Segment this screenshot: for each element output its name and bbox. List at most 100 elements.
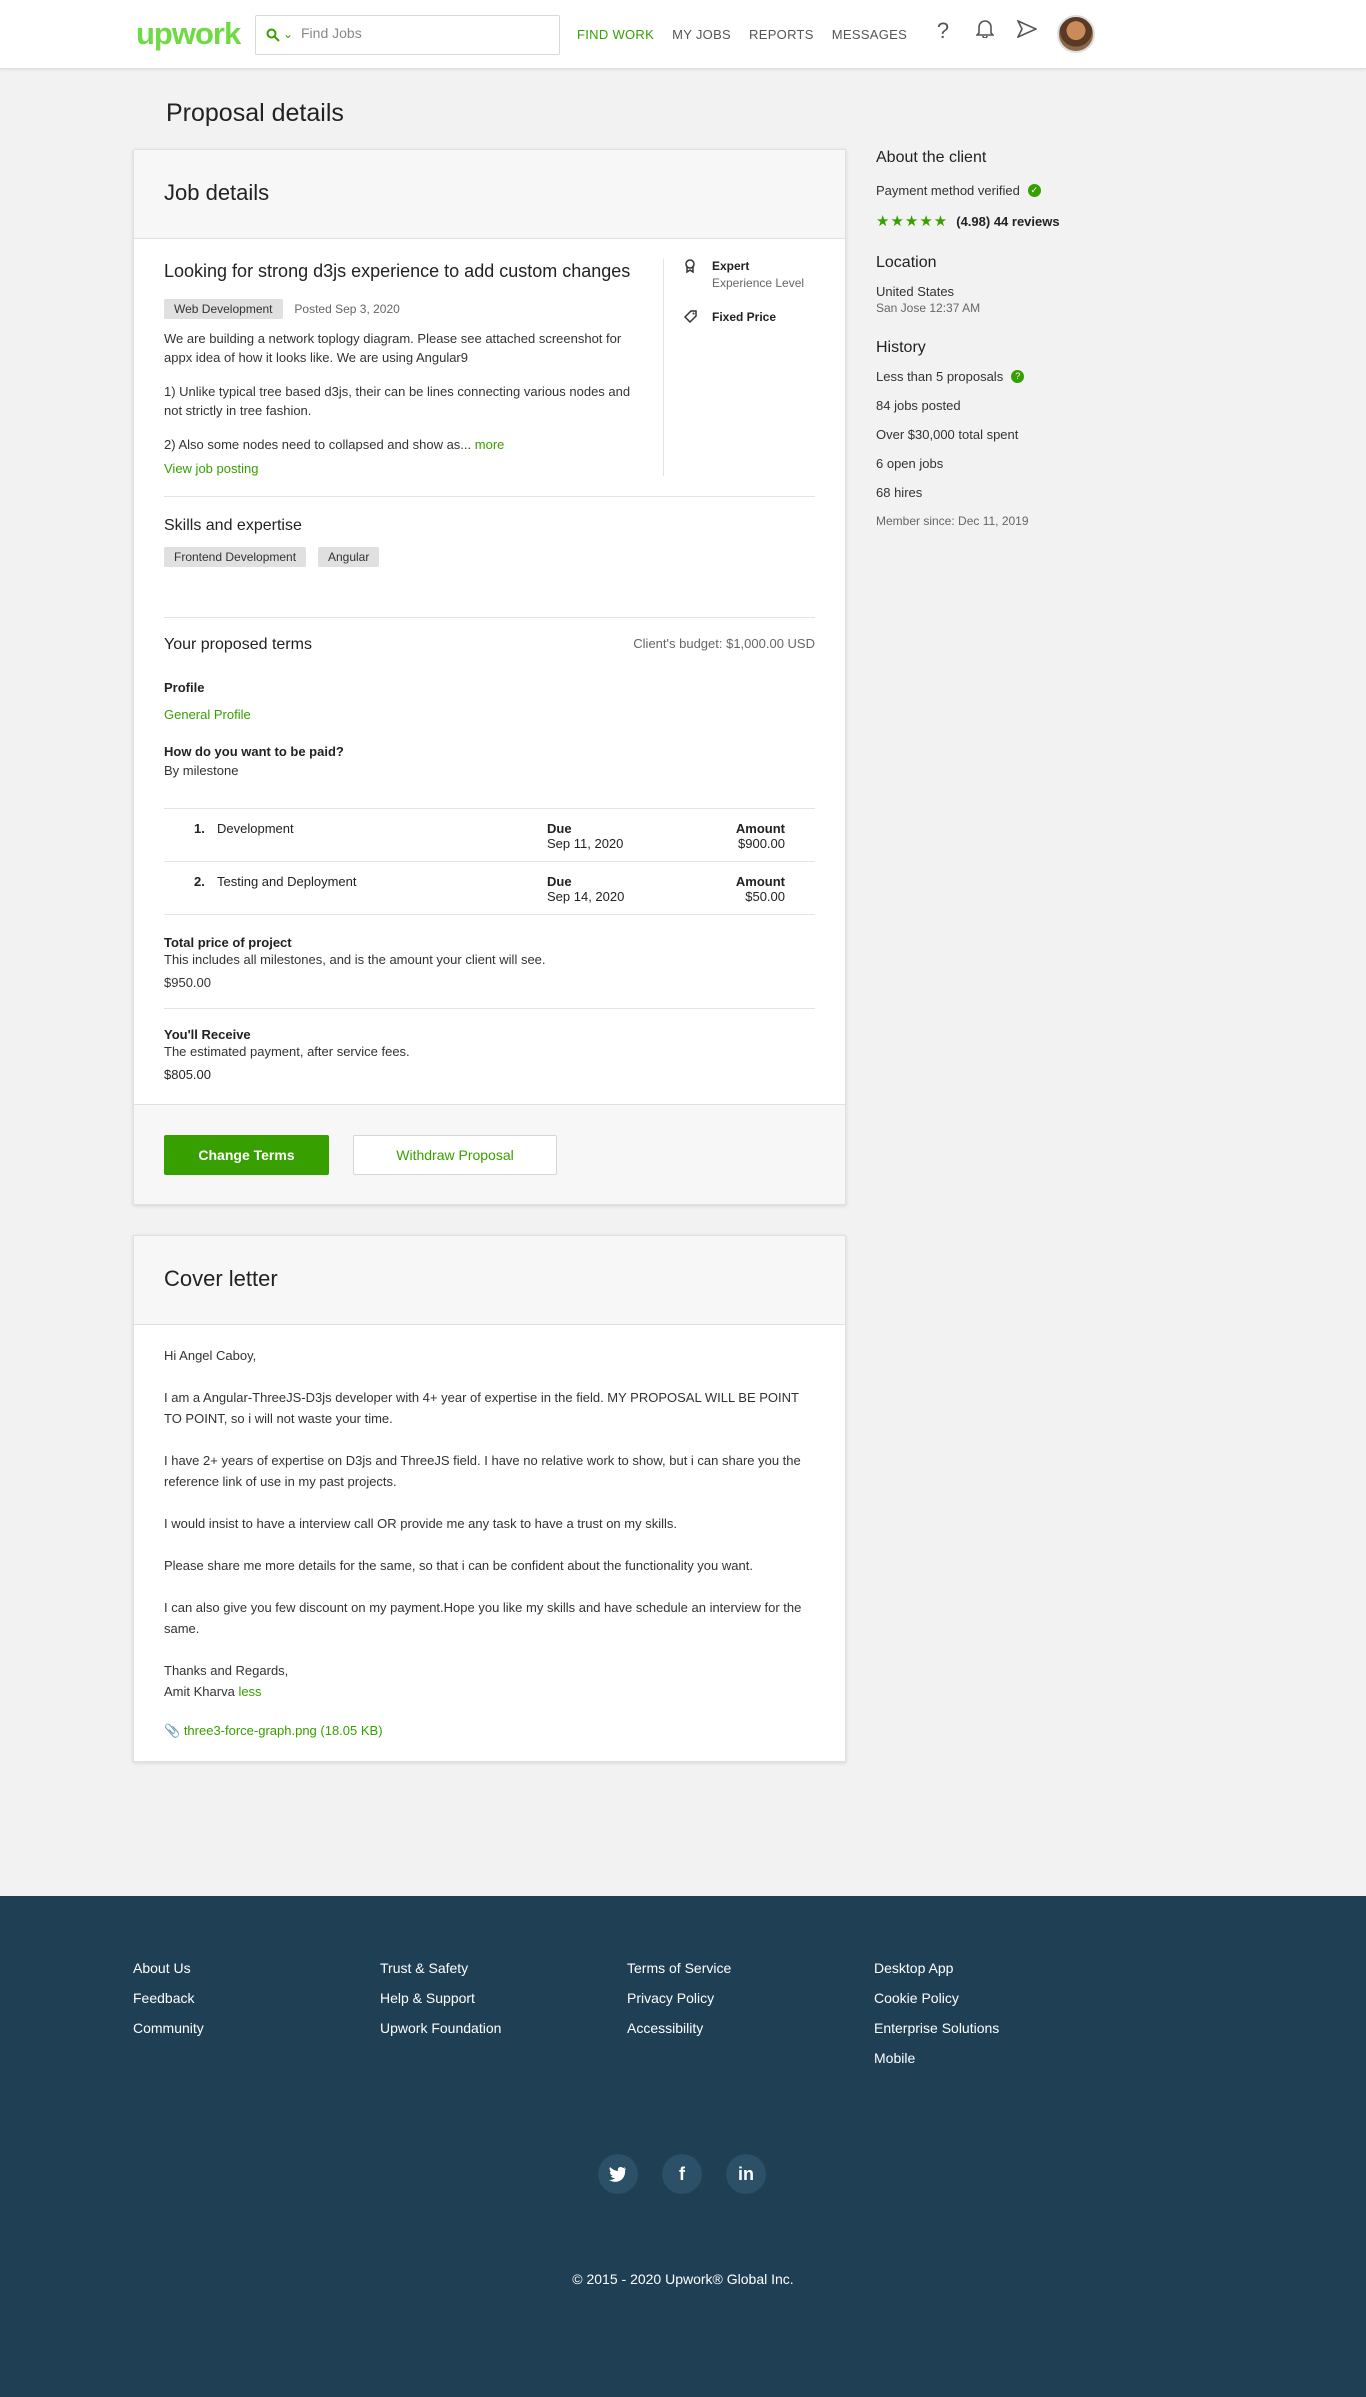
help-icon[interactable]: ? — [933, 18, 953, 44]
proposals-count: Less than 5 proposals — [876, 369, 1004, 384]
milestone-number: 2. — [194, 874, 205, 889]
job-title: Looking for strong d3js experience to ad… — [164, 261, 631, 281]
facebook-icon[interactable]: f — [662, 2154, 702, 2194]
footer-link[interactable]: Terms of Service — [627, 1960, 874, 1976]
twitter-icon[interactable] — [598, 2154, 638, 2194]
verified-check-icon: ✓ — [1027, 184, 1041, 197]
profile-label: Profile — [164, 680, 205, 695]
header-icons: ? — [933, 18, 1038, 44]
footer-link[interactable]: Desktop App — [874, 1960, 1121, 1976]
paperclip-icon: 📎 — [164, 1723, 181, 1738]
attachment-link[interactable]: three3-force-graph.png (18.05 KB) — [184, 1723, 383, 1738]
footer-link[interactable]: Help & Support — [380, 1990, 627, 2006]
amount-value: $50.00 — [745, 889, 785, 904]
category-tag: Web Development — [164, 299, 283, 319]
level-label: Experience Level — [712, 276, 805, 290]
upwork-logo[interactable]: upwork — [136, 16, 241, 52]
cover-paragraph: I would insist to have a interview call … — [164, 1516, 677, 1531]
level-value: Expert — [712, 259, 750, 273]
payment-verified: Payment method verified — [876, 183, 1020, 198]
footer-link[interactable]: Accessibility — [627, 2020, 874, 2036]
change-terms-button[interactable]: Change Terms — [164, 1135, 329, 1175]
footer-link[interactable]: Trust & Safety — [380, 1960, 627, 1976]
due-label: Due — [547, 874, 572, 889]
view-job-posting-link[interactable]: View job posting — [164, 461, 258, 476]
job-description: We are building a network toplogy diagra… — [164, 329, 633, 454]
profile-link[interactable]: General Profile — [164, 707, 815, 722]
job-type: Fixed Price — [683, 310, 804, 326]
location-heading: Location — [876, 254, 937, 271]
desc-paragraph: 1) Unlike typical tree based d3js, their… — [164, 384, 631, 418]
hires: 68 hires — [876, 485, 923, 500]
main-column: Job details Looking for strong d3js expe… — [133, 149, 846, 1762]
proposal-actions: Change Terms Withdraw Proposal — [134, 1104, 845, 1204]
attachment[interactable]: 📎 three3-force-graph.png (18.05 KB) — [164, 1720, 815, 1741]
search-box[interactable]: ⌄ — [255, 15, 560, 55]
amount-label: Amount — [735, 874, 785, 889]
footer-link[interactable]: Enterprise Solutions — [874, 2020, 1121, 2036]
nav-messages[interactable]: MESSAGES — [832, 27, 907, 42]
avatar[interactable] — [1057, 15, 1095, 53]
open-jobs: 6 open jobs — [876, 456, 944, 471]
skill-tag[interactable]: Angular — [317, 547, 380, 567]
footer-link[interactable]: Community — [133, 2020, 380, 2036]
desc-paragraph: We are building a network toplogy diagra… — [164, 331, 622, 365]
footer-link[interactable]: About Us — [133, 1960, 380, 1976]
skill-tag[interactable]: Frontend Development — [164, 547, 307, 567]
send-icon[interactable] — [1016, 18, 1038, 44]
client-budget: Client's budget: $1,000.00 USD — [633, 636, 815, 651]
rating-stars-icon: ★★★★★ — [876, 213, 949, 230]
withdraw-proposal-button[interactable]: Withdraw Proposal — [353, 1135, 557, 1175]
client-country: United States — [876, 284, 955, 299]
chevron-down-icon[interactable]: ⌄ — [283, 27, 293, 41]
payment-method-value: By milestone — [164, 763, 239, 778]
milestone-number: 1. — [194, 821, 205, 836]
linkedin-icon[interactable]: in — [726, 2154, 766, 2194]
total-spent: Over $30,000 total spent — [876, 427, 1019, 442]
client-sidebar: About the client Payment method verified… — [876, 149, 1126, 552]
cover-letter-heading: Cover letter — [134, 1236, 845, 1325]
cover-letter-card: Cover letter Hi Angel Caboy, I am a Angu… — [133, 1235, 846, 1762]
about-client-heading: About the client — [876, 149, 987, 166]
more-link[interactable]: more — [475, 437, 505, 452]
footer-link[interactable]: Privacy Policy — [627, 1990, 874, 2006]
footer-link[interactable]: Mobile — [874, 2050, 1121, 2066]
less-link[interactable]: less — [238, 1684, 261, 1699]
total-label: Total price of project — [164, 935, 292, 950]
nav-reports[interactable]: REPORTS — [749, 27, 814, 42]
footer: About Us Feedback Community Trust & Safe… — [0, 1896, 1366, 2397]
bell-icon[interactable] — [975, 18, 995, 44]
milestone-row: 2. Testing and Deployment Due Sep 14, 202… — [164, 862, 815, 915]
jobs-posted: 84 jobs posted — [876, 398, 961, 413]
total-value: $950.00 — [164, 975, 211, 990]
cover-paragraph: I have 2+ years of expertise on D3js and… — [164, 1453, 801, 1489]
nav-find-work[interactable]: FIND WORK — [577, 27, 654, 42]
total-description: This includes all milestones, and is the… — [164, 952, 546, 967]
due-date: Sep 11, 2020 — [547, 836, 624, 851]
search-input[interactable] — [301, 25, 541, 41]
skills-section: Skills and expertise Frontend Developmen… — [164, 497, 815, 618]
page-title: Proposal details — [166, 99, 344, 127]
total-price: Total price of project This includes all… — [164, 915, 815, 1009]
footer-link[interactable]: Feedback — [133, 1990, 380, 2006]
milestones-table: 1. Development Due Sep 11, 2020 Amount $90… — [164, 808, 815, 915]
nav-my-jobs[interactable]: MY JOBS — [672, 27, 731, 42]
experience-level: Expert Experience Level — [684, 259, 804, 290]
due-label: Due — [547, 821, 572, 836]
cover-letter-body: Hi Angel Caboy, I am a Angular-ThreeJS-D… — [134, 1325, 845, 1761]
client-city-time: San Jose 12:37 AM — [876, 301, 981, 315]
desc-paragraph: 2) Also some nodes need to collapsed and… — [164, 437, 472, 452]
cover-paragraph: Please share me more details for the sam… — [164, 1558, 753, 1573]
footer-link[interactable]: Upwork Foundation — [380, 2020, 627, 2036]
job-details-card: Job details Looking for strong d3js expe… — [133, 149, 846, 1205]
help-circle-icon[interactable]: ? — [1011, 370, 1025, 383]
footer-link[interactable]: Cookie Policy — [874, 1990, 1121, 2006]
skills-heading: Skills and expertise — [164, 517, 302, 534]
posted-date: Posted Sep 3, 2020 — [294, 302, 400, 316]
copyright: © 2015 - 2020 Upwork® Global Inc. — [572, 2271, 794, 2287]
job-type-value: Fixed Price — [712, 310, 777, 324]
receive-label: You'll Receive — [164, 1027, 251, 1042]
milestone-name: Development — [217, 821, 294, 836]
terms-heading: Your proposed terms — [164, 636, 312, 653]
milestone-row: 1. Development Due Sep 11, 2020 Amount $90… — [164, 809, 815, 862]
